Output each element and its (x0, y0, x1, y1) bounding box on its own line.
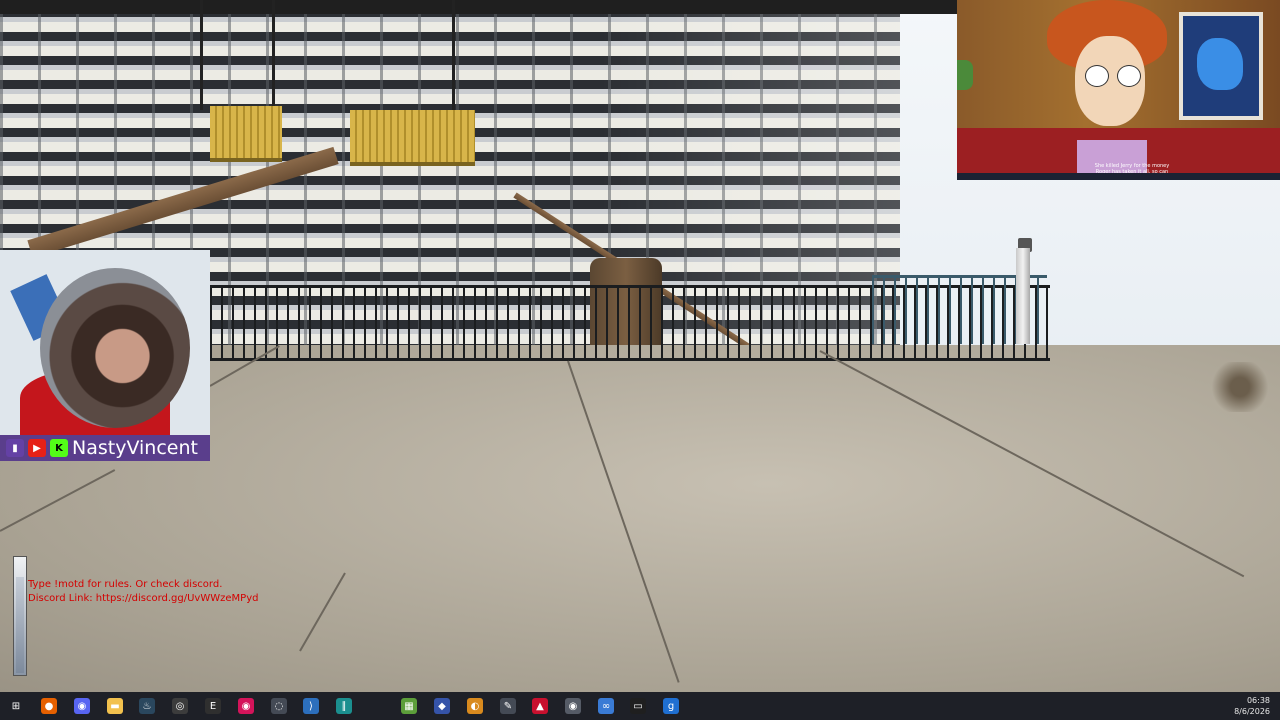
crane-cable (200, 0, 203, 110)
firefox-icon[interactable]: ● (41, 698, 57, 714)
wooden-crate (210, 106, 282, 162)
wooden-crate (350, 110, 475, 166)
twitch-icon: ▮ (6, 439, 24, 457)
kick-icon: K (50, 439, 68, 457)
streamer-name: NastyVincent (72, 437, 198, 459)
network-app-icon[interactable]: ∞ (598, 698, 614, 714)
youtube-icon: ▶ (28, 439, 46, 457)
game-chat: Type !motd for rules. Or check discord. … (28, 578, 258, 606)
minecraft-icon[interactable]: ▦ (401, 698, 417, 714)
clock-time: 06:38 (1246, 696, 1270, 705)
overlay-video-taskbar (957, 173, 1280, 180)
streamer-socials-bar: ▮ ▶ K NastyVincent (0, 435, 210, 461)
utility-app-icon[interactable]: ◌ (271, 698, 287, 714)
webcam-streamer (40, 268, 190, 428)
library-app-icon[interactable]: ∥ (336, 698, 352, 714)
chat-message: Discord Link: https://discord.gg/UvWWzeM… (28, 593, 259, 604)
crane-cable (452, 0, 455, 110)
terminal-icon[interactable]: ▭ (630, 698, 646, 714)
webcam-feed (0, 250, 210, 435)
rubble-debris (1200, 362, 1280, 412)
taskbar-clock[interactable]: 06:38 8/6/2026 (1234, 695, 1270, 717)
garrysmod-icon[interactable]: g (663, 698, 679, 714)
discord-icon[interactable]: ◉ (74, 698, 90, 714)
overhead-roof-edge (0, 0, 960, 14)
vscode-icon[interactable]: ⟩ (303, 698, 319, 714)
lamp-post (1016, 248, 1030, 344)
overlay-video-player: She killed Jerry for the money Roger has… (957, 0, 1280, 180)
overlay-video-map-frame (1179, 12, 1263, 120)
crane-cable (272, 0, 275, 110)
record-app-icon[interactable]: ◉ (238, 698, 254, 714)
pen-app-icon[interactable]: ✎ (500, 698, 516, 714)
steam-icon[interactable]: ♨ (139, 698, 155, 714)
epic-games-icon[interactable]: E (205, 698, 221, 714)
chrome-app-icon[interactable]: ◉ (565, 698, 581, 714)
player-health-bar (13, 556, 27, 676)
overlay-video-character-eye (1117, 65, 1141, 87)
file-explorer-icon[interactable]: ▬ (107, 698, 123, 714)
start-icon[interactable]: ⊞ (8, 698, 24, 714)
overlay-video-character-eye (1085, 65, 1109, 87)
shield-app-icon[interactable]: ◆ (434, 698, 450, 714)
player-health-fill (16, 577, 24, 673)
clock-date: 8/6/2026 (1234, 707, 1270, 716)
game-launcher-icon[interactable]: ◐ (467, 698, 483, 714)
obs-icon[interactable]: ◎ (172, 698, 188, 714)
overlay-video-badge (957, 60, 973, 90)
chat-message: Type !motd for rules. Or check discord. (28, 579, 223, 590)
adobe-app-icon[interactable]: ▲ (532, 698, 548, 714)
